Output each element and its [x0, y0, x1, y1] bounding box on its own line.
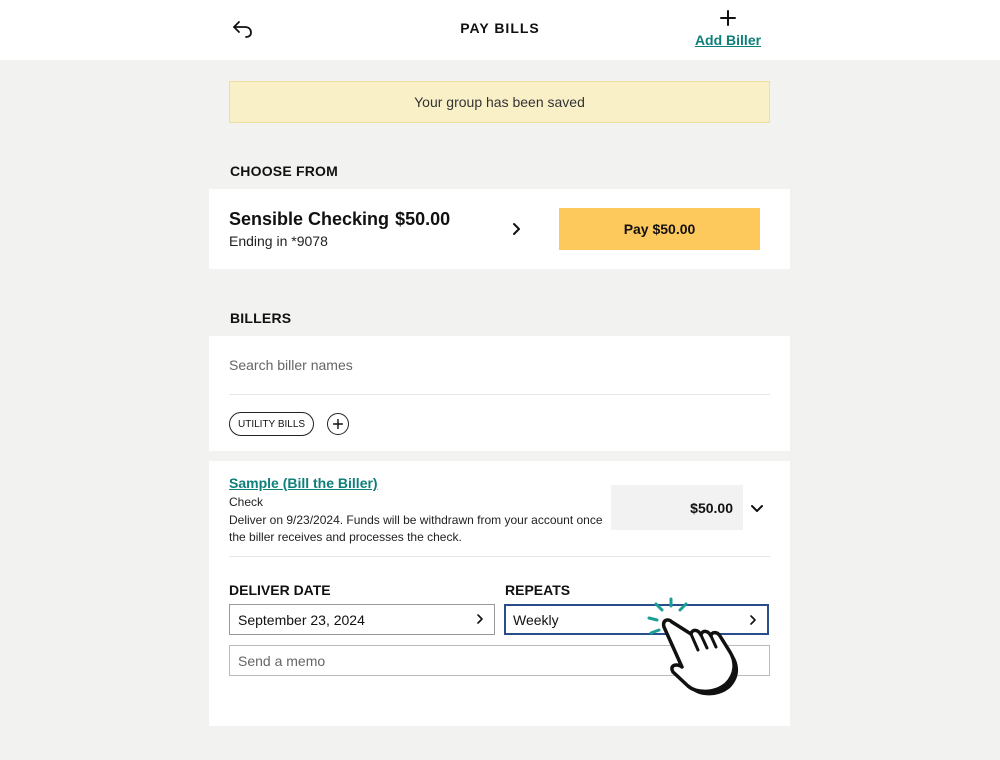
deliver-date-select[interactable]: September 23, 2024 — [229, 604, 495, 635]
repeats-label: REPEATS — [505, 582, 571, 598]
top-header: PAY BILLS Add Biller — [0, 0, 1000, 60]
utility-bills-chip[interactable]: UTILITY BILLS — [229, 412, 315, 436]
add-biller-label: Add Biller — [694, 32, 762, 48]
deliver-date-value: September 23, 2024 — [238, 611, 365, 628]
delivery-description: Deliver on 9/23/2024. Funds will be with… — [229, 513, 603, 544]
billers-card: UTILITY BILLS — [209, 336, 790, 451]
plus-icon — [333, 419, 343, 429]
divider — [229, 556, 770, 557]
repeats-select[interactable]: Weekly — [504, 604, 769, 635]
account-selector-card: Sensible Checking $50.00 Ending in *9078 … — [209, 189, 790, 269]
memo-input[interactable] — [229, 645, 770, 676]
account-name: Sensible Checking — [229, 209, 390, 229]
account-select-button[interactable] — [509, 221, 525, 237]
chevron-right-icon — [750, 615, 756, 625]
billers-heading: BILLERS — [230, 310, 292, 326]
chevron-right-icon — [477, 614, 483, 624]
repeats-value: Weekly — [513, 611, 559, 628]
expand-biller-button[interactable] — [749, 501, 765, 517]
banner-message: Your group has been saved — [414, 94, 585, 110]
choose-from-heading: CHOOSE FROM — [230, 163, 338, 179]
pay-button[interactable]: Pay $50.00 — [559, 208, 760, 250]
page-title: PAY BILLS — [460, 20, 540, 36]
deliver-date-label: DELIVER DATE — [229, 582, 331, 598]
chevron-down-icon — [751, 505, 763, 512]
payment-type: Check — [229, 495, 264, 509]
amount-field[interactable]: $50.00 — [611, 485, 743, 530]
account-name-row: Sensible Checking $50.00 — [229, 209, 450, 230]
saved-notification-banner: Your group has been saved — [229, 81, 770, 123]
account-balance: $50.00 — [395, 209, 451, 229]
plus-icon — [720, 10, 736, 26]
add-biller-button[interactable]: Add Biller — [690, 8, 766, 50]
amount-value: $50.00 — [690, 499, 733, 516]
biller-name-link[interactable]: Sample (Bill the Biller) — [229, 475, 378, 491]
chip-label: UTILITY BILLS — [238, 418, 306, 430]
biller-search-input[interactable] — [229, 336, 770, 395]
add-group-button[interactable] — [327, 413, 349, 435]
biller-detail-card: Sample (Bill the Biller) Check Deliver o… — [209, 461, 790, 726]
account-ending: Ending in *9078 — [229, 233, 328, 249]
chevron-right-icon — [513, 223, 520, 235]
